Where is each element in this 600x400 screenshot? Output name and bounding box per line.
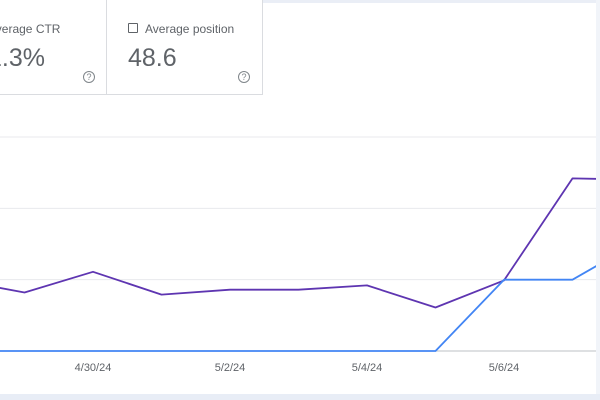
performance-line-chart: 4/30/24 5/2/24 5/4/24 5/6/24 bbox=[0, 136, 600, 374]
average-position-value: 48.6 bbox=[128, 44, 177, 72]
average-ctr-label: Average CTR bbox=[0, 22, 61, 36]
performance-report: Average CTR 1.3% ? Average position 48.6… bbox=[0, 0, 600, 400]
right-edge bbox=[596, 0, 600, 400]
metric-card-average-ctr[interactable]: Average CTR 1.3% ? bbox=[0, 0, 107, 95]
metric-card-average-position[interactable]: Average position 48.6 ? bbox=[107, 0, 263, 95]
x-tick-label: 4/30/24 bbox=[75, 362, 112, 374]
x-tick-label: 5/6/24 bbox=[489, 362, 520, 374]
bottom-divider bbox=[0, 394, 600, 400]
help-circle-icon[interactable]: ? bbox=[83, 71, 95, 83]
average-position-checkbox[interactable] bbox=[128, 23, 138, 33]
series-line-1 bbox=[0, 177, 600, 309]
help-circle-icon[interactable]: ? bbox=[238, 71, 250, 83]
x-tick-label: 5/4/24 bbox=[352, 362, 383, 374]
average-ctr-value: 1.3% bbox=[0, 44, 45, 72]
average-position-label: Average position bbox=[145, 22, 235, 36]
x-tick-label: 5/2/24 bbox=[215, 362, 246, 374]
series-line-2 bbox=[0, 262, 600, 352]
